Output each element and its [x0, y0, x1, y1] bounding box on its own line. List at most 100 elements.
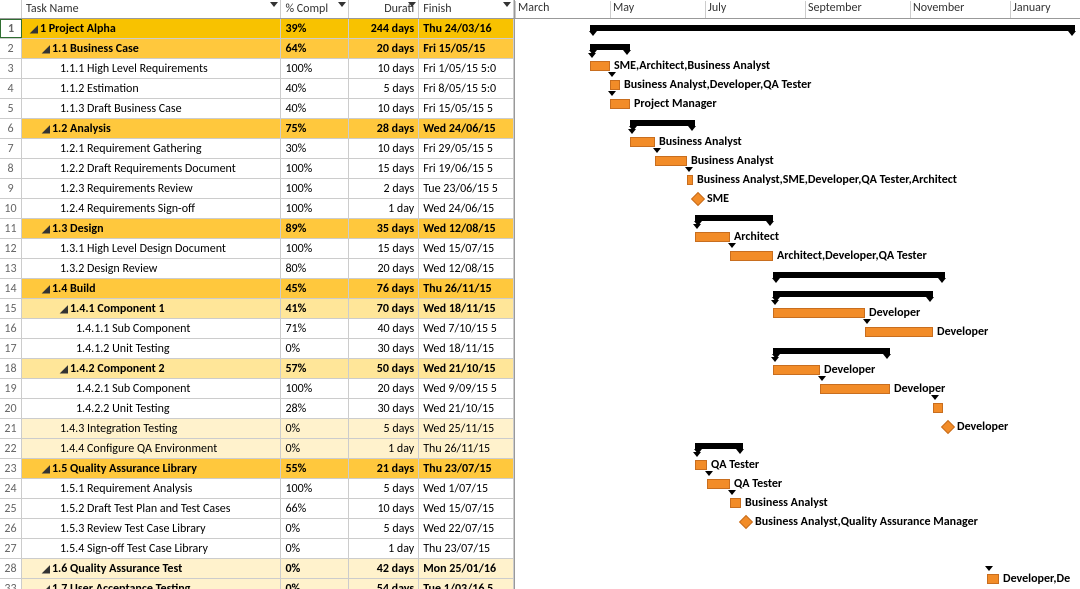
row-id[interactable]: 12 [0, 239, 22, 258]
milestone[interactable] [941, 420, 955, 434]
table-row[interactable]: 11◢1.3 Design89%35 daysWed 12/08/15 [0, 219, 514, 239]
table-row[interactable]: 161.4.1.1 Sub Component71%40 daysWed 7/1… [0, 319, 514, 339]
duration-cell[interactable]: 10 days [349, 59, 419, 78]
task-bar[interactable] [590, 61, 610, 71]
finish-cell[interactable]: Wed 24/06/15 [419, 199, 514, 218]
pct-complete-cell[interactable]: 55% [281, 459, 349, 478]
duration-cell[interactable]: 40 days [349, 319, 419, 338]
duration-cell[interactable]: 42 days [349, 559, 419, 578]
gantt-row[interactable]: Developer,De [515, 570, 1080, 589]
dropdown-icon[interactable] [270, 2, 278, 7]
collapse-icon[interactable]: ◢ [42, 222, 50, 235]
row-id[interactable]: 22 [0, 439, 22, 458]
task-name-cell[interactable]: ◢1.4.1 Component 1 [22, 299, 281, 318]
row-id[interactable]: 9 [0, 179, 22, 198]
task-name-cell[interactable]: 1.5.2 Draft Test Plan and Test Cases [22, 499, 281, 518]
dropdown-icon[interactable] [408, 2, 416, 7]
duration-cell[interactable]: 35 days [349, 219, 419, 238]
summary-bar[interactable] [773, 348, 890, 354]
collapse-icon[interactable]: ◢ [42, 282, 50, 295]
pct-complete-cell[interactable]: 0% [281, 339, 349, 358]
collapse-icon[interactable]: ◢ [30, 22, 38, 35]
summary-bar[interactable] [695, 215, 773, 221]
column-header-fin[interactable]: Finish [419, 0, 514, 18]
row-id[interactable]: 24 [0, 479, 22, 498]
pct-complete-cell[interactable]: 40% [281, 99, 349, 118]
finish-cell[interactable]: Fri 29/05/15 5 [419, 139, 514, 158]
pct-complete-cell[interactable]: 66% [281, 499, 349, 518]
row-id[interactable]: 25 [0, 499, 22, 518]
row-id[interactable]: 20 [0, 399, 22, 418]
duration-cell[interactable]: 28 days [349, 119, 419, 138]
finish-cell[interactable]: Wed 12/08/15 [419, 259, 514, 278]
table-row[interactable]: 171.4.1.2 Unit Testing0%30 daysWed 18/11… [0, 339, 514, 359]
duration-cell[interactable]: 1 day [349, 539, 419, 558]
task-bar[interactable] [630, 137, 655, 147]
milestone[interactable] [739, 515, 753, 529]
duration-cell[interactable]: 50 days [349, 359, 419, 378]
duration-cell[interactable]: 54 days [349, 579, 419, 589]
duration-cell[interactable]: 20 days [349, 259, 419, 278]
row-id[interactable]: 13 [0, 259, 22, 278]
pct-complete-cell[interactable]: 0% [281, 419, 349, 438]
table-row[interactable]: 33◢1.7 User Acceptance Testing0%54 daysT… [0, 579, 514, 589]
table-row[interactable]: 121.3.1 High Level Design Document100%15… [0, 239, 514, 259]
duration-cell[interactable]: 20 days [349, 39, 419, 58]
task-name-cell[interactable]: ◢1.7 User Acceptance Testing [22, 579, 281, 589]
table-row[interactable]: 131.3.2 Design Review80%20 daysWed 12/08… [0, 259, 514, 279]
duration-cell[interactable]: 30 days [349, 399, 419, 418]
row-id[interactable]: 21 [0, 419, 22, 438]
task-name-cell[interactable]: 1.4.1.1 Sub Component [22, 319, 281, 338]
table-row[interactable]: 28◢1.6 Quality Assurance Test0%42 daysMo… [0, 559, 514, 579]
gantt-row[interactable] [515, 209, 1080, 228]
row-id[interactable]: 14 [0, 279, 22, 298]
task-name-cell[interactable]: 1.1.1 High Level Requirements [22, 59, 281, 78]
row-id[interactable]: 1 [0, 19, 22, 38]
finish-cell[interactable]: Tue 1/03/16 5 [419, 579, 514, 589]
duration-cell[interactable]: 15 days [349, 239, 419, 258]
milestone[interactable] [691, 192, 705, 206]
table-row[interactable]: 18◢1.4.2 Component 257%50 daysWed 21/10/… [0, 359, 514, 379]
task-name-cell[interactable]: 1.4.2.2 Unit Testing [22, 399, 281, 418]
table-row[interactable]: 1◢1 Project Alpha39%244 daysThu 24/03/16 [0, 19, 514, 39]
column-header-pct[interactable]: % Compl [281, 0, 349, 18]
pct-complete-cell[interactable]: 100% [281, 379, 349, 398]
gantt-row[interactable] [515, 551, 1080, 570]
collapse-icon[interactable]: ◢ [42, 562, 50, 575]
gantt-row[interactable] [515, 19, 1080, 38]
pct-complete-cell[interactable]: 100% [281, 159, 349, 178]
column-header-name[interactable]: Task Name [22, 0, 281, 18]
row-id[interactable]: 18 [0, 359, 22, 378]
pct-complete-cell[interactable]: 28% [281, 399, 349, 418]
duration-cell[interactable]: 5 days [349, 479, 419, 498]
column-header-dur[interactable]: Durati [349, 0, 419, 18]
task-name-cell[interactable]: ◢1.6 Quality Assurance Test [22, 559, 281, 578]
task-name-cell[interactable]: 1.2.1 Requirement Gathering [22, 139, 281, 158]
task-name-cell[interactable]: 1.4.4 Configure QA Environment [22, 439, 281, 458]
collapse-icon[interactable]: ◢ [60, 362, 68, 375]
table-row[interactable]: 101.2.4 Requirements Sign-off100%1 dayWe… [0, 199, 514, 219]
task-bar[interactable] [610, 80, 620, 90]
table-row[interactable]: 221.4.4 Configure QA Environment0%1 dayT… [0, 439, 514, 459]
duration-cell[interactable]: 5 days [349, 519, 419, 538]
collapse-icon[interactable]: ◢ [42, 582, 50, 589]
finish-cell[interactable]: Wed 21/10/15 [419, 399, 514, 418]
finish-cell[interactable]: Wed 25/11/15 [419, 419, 514, 438]
task-bar[interactable] [695, 232, 730, 242]
task-name-cell[interactable]: ◢1.4 Build [22, 279, 281, 298]
task-name-cell[interactable]: 1.5.4 Sign-off Test Case Library [22, 539, 281, 558]
gantt-row[interactable]: Developer [515, 323, 1080, 342]
gantt-chart[interactable]: MarchMayJulySeptemberNovemberJanuary SME… [515, 0, 1080, 589]
finish-cell[interactable]: Fri 15/05/15 5 [419, 99, 514, 118]
task-name-cell[interactable]: 1.4.3 Integration Testing [22, 419, 281, 438]
gantt-row[interactable]: Developer [515, 304, 1080, 323]
row-id[interactable]: 4 [0, 79, 22, 98]
summary-bar[interactable] [773, 291, 933, 297]
pct-complete-cell[interactable]: 45% [281, 279, 349, 298]
pct-complete-cell[interactable]: 40% [281, 79, 349, 98]
table-row[interactable]: 81.2.2 Draft Requirements Document100%15… [0, 159, 514, 179]
row-id[interactable]: 28 [0, 559, 22, 578]
table-row[interactable]: 14◢1.4 Build45%76 daysThu 26/11/15 [0, 279, 514, 299]
collapse-icon[interactable]: ◢ [42, 462, 50, 475]
table-row[interactable]: 241.5.1 Requirement Analysis100%5 daysWe… [0, 479, 514, 499]
